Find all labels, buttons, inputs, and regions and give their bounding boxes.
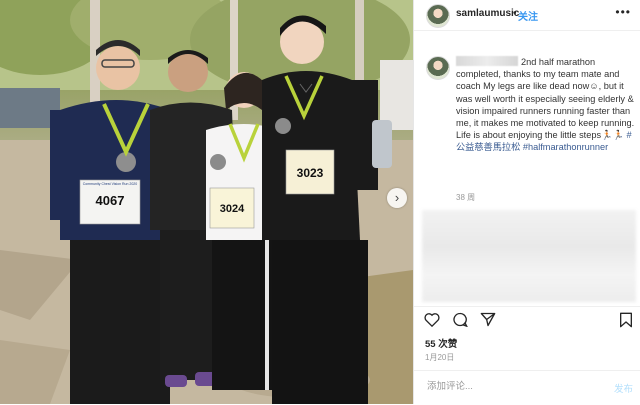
post-header: samlaumusic • 关注 •••	[414, 0, 640, 31]
avatar[interactable]	[426, 4, 450, 28]
bib-3023: 3023	[296, 166, 324, 180]
caption-emoji: 🏃🏻🏃🏻	[601, 130, 624, 141]
caption-text: 2nd half marathon completed, thanks to m…	[456, 57, 635, 141]
post-date: 1月20日	[425, 353, 455, 362]
follow-button[interactable]: 关注	[518, 8, 538, 23]
caption-avatar[interactable]	[426, 56, 450, 80]
comment-input[interactable]	[425, 380, 599, 393]
bib-3024: 3024	[219, 203, 245, 215]
send-icon[interactable]	[480, 312, 496, 327]
bookmark-icon[interactable]	[619, 312, 633, 328]
instagram-post-view: 4067 3024 3023 Community Chest Vision Ru…	[0, 0, 640, 404]
action-bar	[414, 306, 640, 331]
more-horizontal-icon[interactable]: •••	[615, 5, 631, 19]
bib-event-label: Community Chest Vision Run 2020	[82, 182, 138, 186]
header-separator: •	[513, 8, 517, 19]
blurred-comments	[422, 210, 636, 302]
next-photo-arrow-icon[interactable]: ›	[387, 188, 407, 208]
photo-illustration	[0, 0, 413, 404]
likes-count[interactable]: 55 次赞	[425, 336, 457, 350]
post-photo: 4067 3024 3023 Community Chest Vision Ru…	[0, 0, 413, 404]
username-link[interactable]: samlaumusic	[456, 8, 519, 19]
post-caption: 2nd half marathon completed, thanks to m…	[456, 56, 636, 154]
hashtag-link[interactable]: #halfmarathonrunner	[523, 142, 608, 152]
blurred-username	[456, 56, 518, 66]
post-comment-button[interactable]: 发布	[614, 381, 633, 395]
comment-bubble-icon[interactable]	[452, 312, 468, 327]
post-side-panel: samlaumusic • 关注 ••• 2nd half marathon c…	[413, 0, 640, 404]
heart-icon[interactable]	[424, 312, 440, 327]
comment-bar: 发布	[414, 370, 640, 405]
bib-4067: 4067	[95, 193, 125, 208]
post-time: 38 周	[456, 193, 476, 202]
